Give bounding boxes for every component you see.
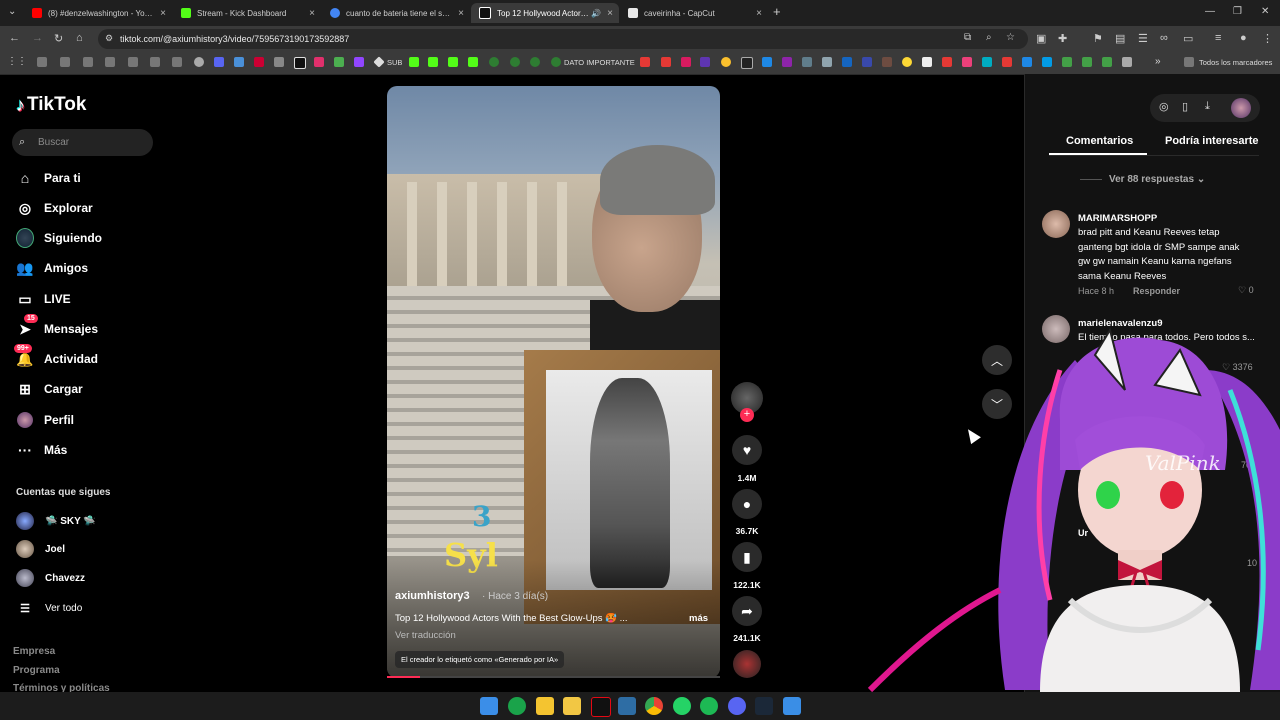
taskbar-app-icon[interactable] <box>783 697 801 715</box>
avatar-eye-right <box>1160 481 1184 509</box>
avatar-ribbon-trail <box>867 587 1002 692</box>
windows-taskbar <box>0 692 1280 720</box>
spotify-icon[interactable] <box>700 697 718 715</box>
file-explorer-icon[interactable] <box>563 697 581 715</box>
netflix-icon[interactable] <box>591 697 611 717</box>
steam-icon[interactable] <box>755 697 773 715</box>
chrome-icon[interactable] <box>645 697 663 715</box>
whatsapp-icon[interactable] <box>673 697 691 715</box>
taskbar-app-icon[interactable] <box>508 697 526 715</box>
windows-start-icon[interactable] <box>480 697 498 715</box>
discord-icon[interactable] <box>728 697 746 715</box>
avatar-eye-left <box>1096 481 1120 509</box>
avatar-signature-watermark: ValPink <box>1145 451 1221 475</box>
taskbar-app-icon[interactable] <box>618 697 636 715</box>
taskbar-app-icon[interactable] <box>536 697 554 715</box>
vtuber-avatar-overlay: ValPink <box>867 327 1280 692</box>
